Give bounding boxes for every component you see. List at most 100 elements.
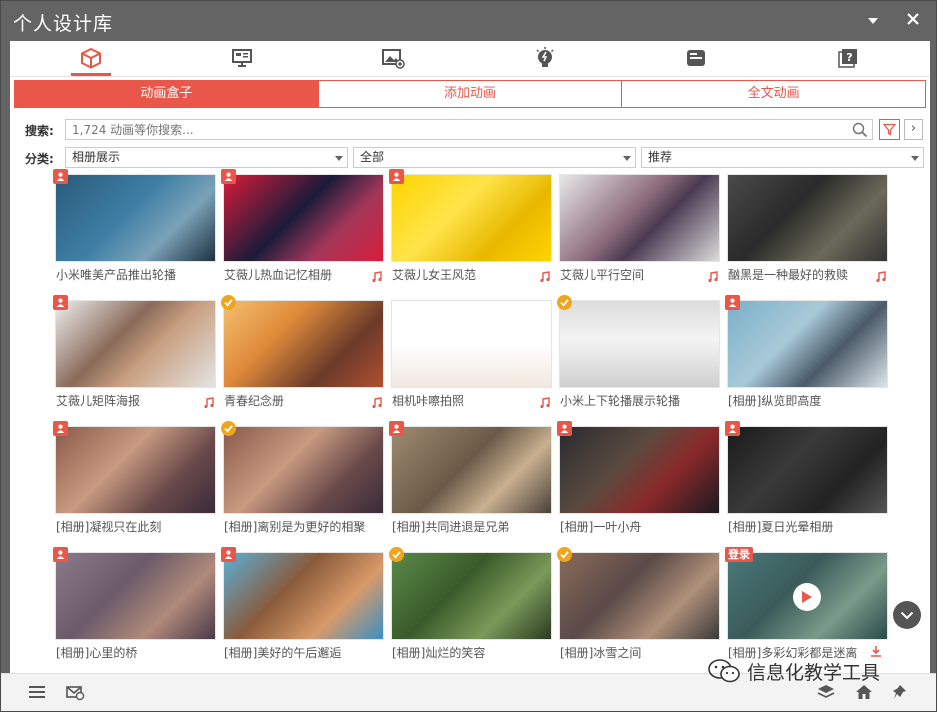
animation-thumbnail[interactable] <box>391 552 552 640</box>
category-select[interactable]: 相册展示 <box>65 147 348 168</box>
animation-card[interactable]: 相机咔嚓拍照 <box>391 298 552 412</box>
animation-card[interactable]: 小米唯美产品推出轮播 <box>53 169 216 286</box>
animation-caption: 艾薇儿矩阵海报 <box>56 394 141 408</box>
play-icon <box>802 591 812 603</box>
animation-thumbnail[interactable] <box>223 426 384 514</box>
scroll-down-button[interactable] <box>893 601 921 629</box>
dropdown-icon[interactable] <box>863 11 883 31</box>
help-icon[interactable]: ? <box>833 44 863 72</box>
animation-caption: [相册]心里的桥 <box>56 646 138 660</box>
animation-card[interactable]: [相册]美好的午后邂逅 <box>221 547 384 664</box>
tab-animation-box[interactable]: 动画盒子 <box>15 81 319 107</box>
watermark-text: 信息化教学工具 <box>747 661 881 684</box>
music-note-icon <box>531 391 551 411</box>
filter-icon <box>883 123 896 136</box>
mail-icon[interactable] <box>65 683 85 701</box>
search-input[interactable] <box>66 120 836 139</box>
animation-thumbnail[interactable] <box>559 300 720 388</box>
user-badge-icon <box>53 547 68 562</box>
animation-thumbnail[interactable] <box>559 552 720 640</box>
user-badge-icon <box>725 295 740 310</box>
close-icon[interactable] <box>903 11 923 31</box>
animation-card[interactable]: 艾薇儿平行空间 <box>559 172 720 286</box>
verified-badge-icon <box>557 295 572 310</box>
animation-caption: [相册]共同进退是兄弟 <box>392 520 510 534</box>
animation-thumbnail[interactable] <box>391 174 552 262</box>
layers-icon[interactable] <box>816 683 836 701</box>
verified-badge-icon <box>221 421 236 436</box>
search-field <box>65 119 873 140</box>
tab-full-text-animation[interactable]: 全文动画 <box>622 81 926 107</box>
animation-caption: [相册]离别是为更好的相聚 <box>224 520 366 534</box>
animation-thumbnail[interactable] <box>223 174 384 262</box>
chevron-down-icon <box>911 156 919 161</box>
animation-card[interactable]: 艾薇儿矩阵海报 <box>53 295 216 412</box>
user-badge-icon <box>221 547 236 562</box>
music-note-icon <box>531 265 551 285</box>
storage-icon[interactable] <box>681 44 711 72</box>
filter-button[interactable] <box>879 119 900 140</box>
animation-caption: 艾薇儿女王风范 <box>392 268 477 282</box>
animation-card[interactable]: [相册]一叶小舟 <box>557 421 720 538</box>
login-badge: 登录 <box>725 547 753 562</box>
search-label: 搜索: <box>25 124 54 138</box>
animation-box-icon[interactable] <box>71 44 111 76</box>
verified-badge-icon <box>221 295 236 310</box>
scope-select[interactable]: 全部 <box>353 147 636 168</box>
tab-add-animation[interactable]: 添加动画 <box>318 81 623 107</box>
main-panel: ? 动画盒子 添加动画 全文动画 搜索: › 分类: 相册展示 全部 推荐 <box>10 41 930 673</box>
animation-thumbnail[interactable] <box>727 300 888 388</box>
animation-thumbnail[interactable] <box>727 174 888 262</box>
lightbulb-icon[interactable] <box>530 44 560 72</box>
chevron-down-icon <box>623 156 631 161</box>
music-note-icon <box>363 265 383 285</box>
music-note-icon <box>699 265 719 285</box>
chevron-down-icon <box>335 156 343 161</box>
animation-card[interactable]: [相册]冰雪之间 <box>557 547 720 664</box>
play-button[interactable] <box>793 583 821 611</box>
animation-card[interactable]: [相册]灿烂的笑容 <box>389 547 552 664</box>
animation-card[interactable]: [相册]夏日光晕相册 <box>725 421 888 538</box>
animation-thumbnail[interactable] <box>559 174 720 262</box>
menu-icon[interactable] <box>27 683 47 701</box>
animation-card[interactable]: [相册]纵览即高度 <box>725 295 888 412</box>
category-label: 分类: <box>25 152 54 166</box>
sort-select-value: 推荐 <box>648 150 673 164</box>
animation-card[interactable]: 小米上下轮播展示轮播 <box>557 295 720 412</box>
animation-thumbnail[interactable] <box>223 300 384 388</box>
animation-thumbnail[interactable] <box>727 426 888 514</box>
sort-select[interactable]: 推荐 <box>641 147 924 168</box>
chevron-right-icon[interactable]: › <box>904 119 923 140</box>
animation-thumbnail[interactable] <box>223 552 384 640</box>
image-add-icon[interactable] <box>378 44 408 72</box>
toolbar-divider <box>10 76 930 77</box>
animation-card[interactable]: [相册]离别是为更好的相聚 <box>221 421 384 538</box>
pin-icon[interactable] <box>892 683 912 701</box>
animation-thumbnail[interactable] <box>55 552 216 640</box>
animation-card[interactable]: 艾薇儿女王风范 <box>389 169 552 286</box>
animation-thumbnail[interactable] <box>55 426 216 514</box>
animation-card[interactable]: [相册]凝视只在此刻 <box>53 421 216 538</box>
presentation-icon[interactable] <box>227 44 257 72</box>
animation-thumbnail[interactable] <box>559 426 720 514</box>
animation-thumbnail[interactable] <box>55 300 216 388</box>
music-note-icon <box>195 391 215 411</box>
animation-grid: 小米唯美产品推出轮播 艾薇儿热血记忆相册 艾薇儿女王风范 艾薇儿平行空间 酗黑是一种最好… <box>53 169 895 673</box>
animation-card[interactable]: 青春纪念册 <box>221 295 384 412</box>
animation-thumbnail[interactable] <box>391 426 552 514</box>
animation-card[interactable]: [相册]共同进退是兄弟 <box>389 421 552 538</box>
animation-card[interactable]: 酗黑是一种最好的救赎 <box>727 172 888 286</box>
user-badge-icon <box>557 421 572 436</box>
user-badge-icon <box>389 169 404 184</box>
animation-thumbnail[interactable] <box>55 174 216 262</box>
animation-thumbnail[interactable] <box>391 300 552 388</box>
animation-card[interactable]: 艾薇儿热血记忆相册 <box>221 169 384 286</box>
animation-caption: [相册]纵览即高度 <box>728 394 822 408</box>
animation-caption: 相机咔嚓拍照 <box>392 394 465 408</box>
search-icon[interactable] <box>852 122 868 138</box>
animation-card[interactable]: [相册]心里的桥 <box>53 547 216 664</box>
watermark: 信息化教学工具 <box>707 657 880 685</box>
animation-card[interactable]: 登录 [相册]多彩幻彩都是迷离 <box>725 547 888 664</box>
home-icon[interactable] <box>854 683 874 701</box>
wechat-icon <box>708 659 740 683</box>
